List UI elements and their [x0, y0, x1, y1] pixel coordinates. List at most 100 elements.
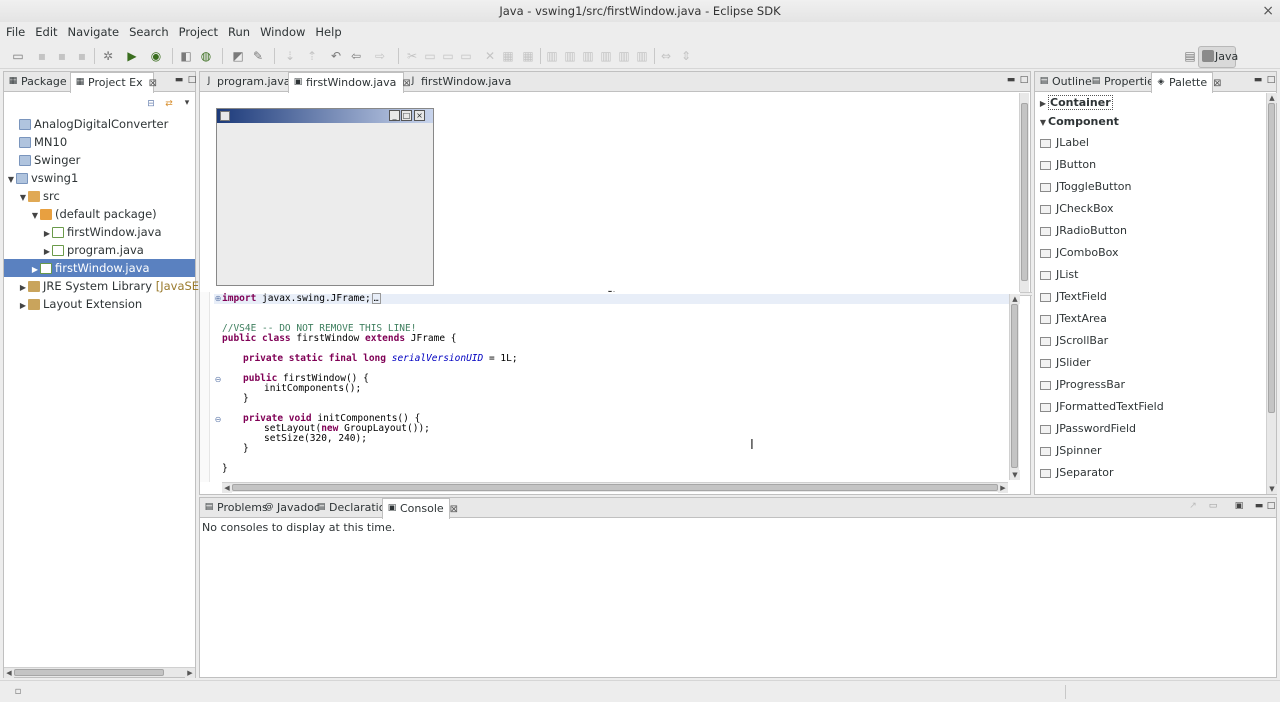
menu-navigate[interactable]: Navigate — [63, 22, 125, 42]
maximize-icon[interactable]: □ — [1266, 75, 1276, 85]
scroll-up-icon[interactable]: ▲ — [1010, 294, 1020, 304]
java-perspective-button[interactable]: Java — [1198, 46, 1238, 68]
tab-outline[interactable]: ▤ Outline — [1035, 72, 1092, 92]
palette-item-jseparator[interactable]: JSeparator — [1040, 464, 1114, 482]
align-center-icon[interactable]: ▥ — [562, 48, 578, 64]
new-icon[interactable]: ▭ — [10, 48, 26, 64]
palette-item-jlabel[interactable]: JLabel — [1040, 134, 1089, 152]
palette-item-jprogressbar[interactable]: JProgressBar — [1040, 376, 1125, 394]
scrollbar-thumb[interactable] — [1011, 304, 1018, 468]
source-vscrollbar[interactable]: ▲ ▼ — [1009, 294, 1020, 480]
align-bottom-icon[interactable]: ▥ — [634, 48, 650, 64]
palette-item-jbutton[interactable]: JButton — [1040, 156, 1096, 174]
fast-view-icon[interactable]: ▫ — [10, 684, 26, 700]
scrollbar-thumb[interactable] — [1268, 103, 1275, 413]
back-icon[interactable]: ⇦ — [348, 48, 364, 64]
external-tools-icon[interactable]: ◉ — [148, 48, 164, 64]
tab-javadoc[interactable]: @ Javadoc — [260, 498, 321, 518]
new-class-icon[interactable]: ◍ — [198, 48, 214, 64]
display-console-icon[interactable]: ▭ — [1208, 501, 1218, 511]
scroll-down-icon[interactable]: ▼ — [1267, 484, 1277, 494]
tree-item-analogdigitalconverter[interactable]: AnalogDigitalConverter — [4, 115, 168, 133]
source-hscrollbar[interactable]: ◀ ▶ — [222, 482, 1008, 493]
palette-group-container[interactable]: ▶ Container — [1038, 94, 1113, 112]
menu-file[interactable]: File — [0, 22, 30, 42]
close-tab-icon[interactable]: ⊠ — [1213, 78, 1221, 89]
scroll-left-icon[interactable]: ◀ — [4, 668, 14, 678]
scroll-down-icon[interactable]: ▼ — [1010, 470, 1020, 480]
delete-icon[interactable]: ✕ — [482, 48, 498, 64]
palette-item-jcombobox[interactable]: JComboBox — [1040, 244, 1119, 262]
last-edit-icon[interactable]: ↶ — [328, 48, 344, 64]
collapse-all-icon[interactable]: ⊟ — [146, 99, 156, 109]
palette-item-jtogglebutton[interactable]: JToggleButton — [1040, 178, 1131, 196]
align-left-icon[interactable]: ▥ — [544, 48, 560, 64]
menu-help[interactable]: Help — [310, 22, 346, 42]
next-annotation-icon[interactable]: ⇣ — [282, 48, 298, 64]
search-icon[interactable]: ✎ — [250, 48, 266, 64]
palette-item-jpasswordfield[interactable]: JPasswordField — [1040, 420, 1136, 438]
minimize-icon[interactable]: ▬ — [174, 75, 184, 85]
same-height-icon[interactable]: ⇕ — [678, 48, 694, 64]
menu-project[interactable]: Project — [174, 22, 223, 42]
fold-collapse-icon[interactable]: ⊖ — [214, 416, 222, 424]
tree-item-jre-system-library[interactable]: ▶ JRE System Library [JavaSE-1.7] — [4, 277, 226, 295]
minimize-icon[interactable]: ▬ — [1006, 75, 1016, 85]
tab-package-explorer[interactable]: ▦ Package E — [4, 72, 77, 92]
menu-edit[interactable]: Edit — [30, 22, 62, 42]
tab-declaration[interactable]: ▤ Declaration — [312, 498, 393, 518]
menu-run[interactable]: Run — [223, 22, 255, 42]
tree-item-layout-extension[interactable]: ▶ Layout Extension — [4, 295, 142, 313]
run-icon[interactable]: ▶ — [124, 48, 140, 64]
print-icon[interactable]: ▪ — [74, 48, 90, 64]
palette-item-jformattedtextfield[interactable]: JFormattedTextField — [1040, 398, 1164, 416]
new-java-project-icon[interactable]: ◧ — [178, 48, 194, 64]
cut-icon[interactable]: ✂ — [404, 48, 420, 64]
close-tab-icon[interactable]: ⊠ — [450, 504, 458, 515]
palette-item-jtextarea[interactable]: JTextArea — [1040, 310, 1107, 328]
same-width-icon[interactable]: ⇔ — [658, 48, 674, 64]
pin-console-icon[interactable]: ↗ — [1188, 501, 1198, 511]
align-top-icon[interactable]: ▥ — [598, 48, 614, 64]
align-middle-icon[interactable]: ▥ — [616, 48, 632, 64]
fold-expand-icon[interactable]: ⊕ — [214, 295, 222, 303]
close-tab-icon[interactable]: ⊠ — [149, 78, 157, 89]
tree-item-program-java[interactable]: ▶ program.java — [4, 241, 144, 259]
scrollbar-thumb[interactable] — [1021, 103, 1028, 281]
fold-collapse-icon[interactable]: ⊖ — [214, 376, 222, 384]
menu-window[interactable]: Window — [255, 22, 310, 42]
tab-console[interactable]: ▣ Console ⊠ — [382, 498, 458, 519]
align-icon[interactable]: ▦ — [500, 48, 516, 64]
previous-annotation-icon[interactable]: ⇡ — [304, 48, 320, 64]
tab-palette[interactable]: ◈ Palette ⊠ — [1151, 72, 1222, 93]
tab-properties[interactable]: ▤ Properties — [1087, 72, 1160, 92]
link-with-editor-icon[interactable]: ⇄ — [164, 99, 174, 109]
tree-item-default-package[interactable]: ▼ (default package) — [4, 205, 157, 223]
palette-item-jspinner[interactable]: JSpinner — [1040, 442, 1102, 460]
tab-firstwindow-java[interactable]: JfirstWindow.java — [404, 72, 512, 92]
paste-icon[interactable]: ▭ — [440, 48, 456, 64]
palette-item-jlist[interactable]: JList — [1040, 266, 1078, 284]
scrollbar-thumb[interactable] — [14, 669, 164, 676]
palette-group-component[interactable]: ▼ Component — [1038, 113, 1119, 131]
scroll-right-icon[interactable]: ▶ — [185, 668, 195, 678]
design-vscrollbar[interactable] — [1019, 93, 1029, 292]
tree-item-firstwindow-java-selected[interactable]: ▶ firstWindow.java — [4, 259, 195, 277]
menu-search[interactable]: Search — [124, 22, 174, 42]
tree-item-vswing1[interactable]: ▼ vswing1 — [4, 169, 78, 187]
palette-item-jscrollbar[interactable]: JScrollBar — [1040, 332, 1108, 350]
scroll-left-icon[interactable]: ◀ — [222, 483, 232, 493]
maximize-icon[interactable]: □ — [1266, 501, 1276, 511]
view-menu-icon[interactable]: ▾ — [182, 98, 192, 108]
palette-item-jslider[interactable]: JSlider — [1040, 354, 1091, 372]
open-perspective-icon[interactable]: ▤ — [1182, 48, 1198, 64]
tree-item-mn10[interactable]: MN10 — [4, 133, 67, 151]
palette-item-jtextfield[interactable]: JTextField — [1040, 288, 1107, 306]
tab-program-java[interactable]: Jprogram.java — [200, 72, 291, 92]
palette-item-jradiobutton[interactable]: JRadioButton — [1040, 222, 1127, 240]
open-console-icon[interactable]: ▣ — [1234, 501, 1244, 511]
save-icon[interactable]: ▪ — [34, 48, 50, 64]
palette-vscrollbar[interactable]: ▲ ▼ — [1266, 93, 1277, 494]
forward-icon[interactable]: ⇨ — [372, 48, 388, 64]
layout-icon[interactable]: ▦ — [520, 48, 536, 64]
